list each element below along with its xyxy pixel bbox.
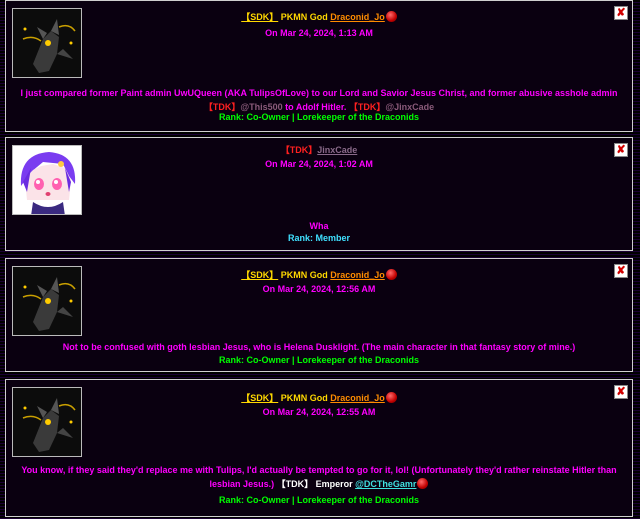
clan-tag[interactable]: 【SDK】: [241, 12, 278, 22]
user-title: PKMN God: [280, 270, 328, 280]
post: 【SDK】 PKMN God Draconid_Jo On Mar 24, 20…: [5, 379, 633, 517]
user-rank: Rank: Co-Owner | Lorekeeper of the Draco…: [218, 495, 420, 505]
post-header: 【SDK】 PKMN God Draconid_Jo: [6, 268, 632, 281]
mention-link[interactable]: @DCTheGamr: [355, 479, 416, 489]
post-body-text: I just compared former Paint admin UwUQu…: [20, 88, 618, 98]
post-header: 【TDK】JinxCade: [6, 143, 632, 156]
delete-button[interactable]: ✘: [614, 6, 628, 20]
mention-link[interactable]: @JinxCade: [385, 102, 434, 112]
post-body-text: to Adolf Hitler.: [285, 102, 347, 112]
post-header: 【SDK】 PKMN God Draconid_Jo: [6, 10, 632, 23]
author-link[interactable]: Draconid_Jo: [330, 12, 385, 22]
dragon-orb-icon: [385, 392, 397, 403]
post-header: 【SDK】 PKMN God Draconid_Jo: [6, 391, 632, 404]
dragon-orb-icon: [385, 11, 397, 22]
post-body: Wha: [309, 221, 329, 231]
delete-button[interactable]: ✘: [614, 264, 628, 278]
post-body: Not to be confused with goth lesbian Jes…: [62, 342, 576, 352]
dragon-orb-icon: [385, 269, 397, 280]
user-title: PKMN God: [280, 12, 328, 22]
author-link[interactable]: JinxCade: [317, 145, 357, 155]
post-date: On Mar 24, 2024, 12:56 AM: [262, 284, 376, 294]
mention-tag[interactable]: 【TDK】: [204, 102, 241, 112]
clan-tag[interactable]: 【TDK】: [281, 145, 318, 155]
post-body: I just compared former Paint admin UwUQu…: [10, 86, 628, 114]
author-link[interactable]: Draconid_Jo: [330, 393, 385, 403]
mention-tag[interactable]: 【TDK】: [349, 102, 386, 112]
mention-title: Emperor: [315, 479, 353, 489]
user-rank: Rank: Member: [287, 233, 350, 243]
post-date: On Mar 24, 2024, 1:13 AM: [265, 28, 373, 38]
user-rank: Rank: Co-Owner | Lorekeeper of the Draco…: [218, 112, 420, 122]
user-title: PKMN God: [280, 393, 328, 403]
dragon-orb-icon: [417, 478, 429, 489]
clan-tag[interactable]: 【SDK】: [241, 270, 278, 280]
clan-tag[interactable]: 【SDK】: [241, 393, 278, 403]
user-rank: Rank: Co-Owner | Lorekeeper of the Draco…: [218, 355, 420, 365]
mention-tag[interactable]: 【TDK】: [277, 479, 314, 489]
post: 【SDK】 PKMN God Draconid_Jo On Mar 24, 20…: [5, 258, 633, 372]
post: 【SDK】 PKMN God Draconid_Jo On Mar 24, 20…: [5, 0, 633, 132]
delete-button[interactable]: ✘: [614, 143, 628, 157]
post-body: You know, if they said they'd replace me…: [10, 463, 628, 491]
post: 【TDK】JinxCade On Mar 24, 2024, 1:02 AM ✘…: [5, 137, 633, 251]
post-date: On Mar 24, 2024, 12:55 AM: [262, 407, 376, 417]
post-date: On Mar 24, 2024, 1:02 AM: [265, 159, 373, 169]
author-link[interactable]: Draconid_Jo: [330, 270, 385, 280]
mention-link[interactable]: @This500: [240, 102, 282, 112]
delete-button[interactable]: ✘: [614, 385, 628, 399]
